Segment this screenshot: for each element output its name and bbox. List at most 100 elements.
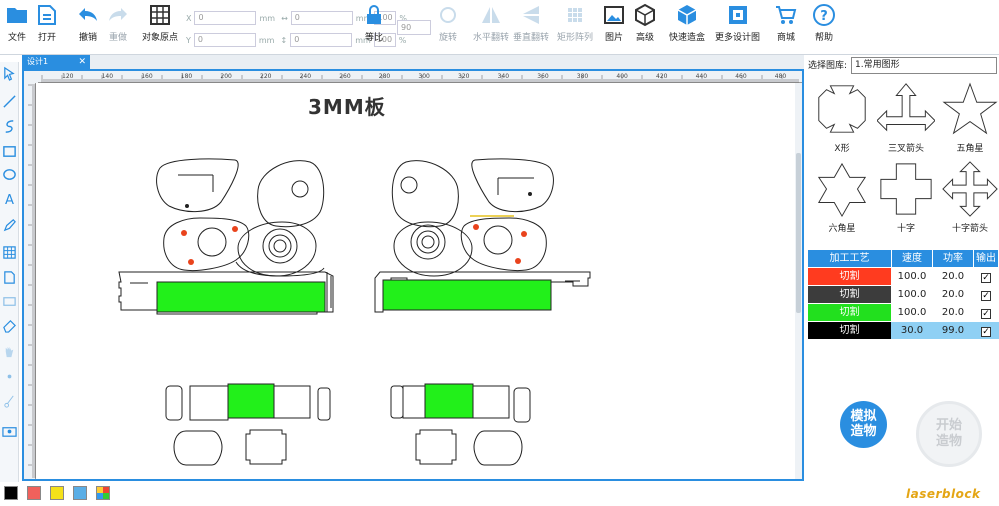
left-spiral-piece[interactable] (237, 221, 317, 277)
start-making-button[interactable]: 开始 造物 (916, 401, 982, 467)
process-cell[interactable]: 切割 (808, 304, 891, 321)
output-checkbox[interactable]: ✓ (981, 291, 991, 301)
spiral-ring (268, 234, 292, 258)
undo-button[interactable]: 撤销 (76, 3, 100, 43)
line-tool-icon[interactable] (2, 94, 17, 109)
output-checkbox[interactable]: ✓ (981, 309, 991, 319)
shape-three-arrow[interactable]: 三叉箭头 (876, 80, 936, 154)
eraser-tool-icon[interactable] (2, 318, 17, 333)
swatch-black[interactable] (4, 486, 18, 500)
swatch-yellow[interactable] (50, 486, 64, 500)
flip-vertical-button[interactable]: 垂直翻转 (513, 3, 549, 43)
pen-tool-icon[interactable] (2, 218, 17, 233)
simulate-button[interactable]: 模拟 造物 (840, 401, 887, 448)
y-input[interactable]: 0 (193, 33, 256, 47)
process-cell[interactable]: 切割 (808, 322, 891, 339)
right-spiral-piece[interactable] (393, 221, 473, 277)
text-tool-icon[interactable]: A (2, 191, 17, 206)
library-select[interactable]: 1.常用图形 (851, 57, 997, 74)
flip-horizontal-button[interactable]: 水平翻转 (473, 3, 509, 43)
more-designs-button[interactable]: 更多设计图 (715, 3, 760, 43)
shape-cross-arrow[interactable]: 十字箭头 (940, 160, 999, 234)
bottom-left-d-piece[interactable] (173, 430, 223, 466)
process-table-header: 加工工艺 速度 功率 输出 (808, 250, 999, 267)
swatch-blue[interactable] (73, 486, 87, 500)
left-eye-piece-top[interactable] (156, 158, 239, 212)
vertical-scrollbar[interactable] (795, 83, 802, 479)
swatch-red[interactable] (27, 486, 41, 500)
tab-design1[interactable]: 设计1 ✕ (22, 55, 90, 69)
ellipse-tool-icon[interactable] (2, 167, 17, 182)
process-row[interactable]: 切割 100.0 20.0 ✓ (808, 304, 999, 321)
shape-five-star[interactable]: 五角星 (940, 80, 999, 154)
speed-cell[interactable]: 100.0 (892, 304, 932, 321)
node-tool-icon[interactable] (2, 294, 17, 309)
picture-button[interactable]: 图片 (602, 3, 626, 43)
process-cell[interactable]: 切割 (808, 286, 891, 303)
bottom-right-gear[interactable] (415, 429, 457, 465)
speed-cell[interactable]: 100.0 (892, 286, 932, 303)
bottom-right-box[interactable] (402, 385, 426, 419)
process-row[interactable]: 切割 100.0 20.0 ✓ (808, 268, 999, 285)
dot-tool-icon[interactable] (2, 369, 17, 384)
bottom-left-box[interactable] (189, 385, 229, 421)
select-arrow-icon[interactable] (2, 66, 17, 81)
ruler-label: 160 (141, 73, 153, 80)
process-row-selected[interactable]: 切割 30.0 99.0 ✓ (808, 322, 999, 339)
quick-box-button[interactable]: 快速造盒 (669, 3, 705, 43)
bottom-left-end[interactable] (317, 387, 331, 421)
matrix-array-button[interactable]: 矩形阵列 (557, 3, 593, 43)
object-origin-button[interactable]: 对象原点 (142, 3, 178, 43)
shape-six-star[interactable]: 六角星 (812, 160, 872, 234)
proportional-button[interactable]: 等比 (362, 3, 386, 43)
speed-cell[interactable]: 100.0 (892, 268, 932, 285)
file-button[interactable]: 文件 (5, 3, 29, 43)
laser-machine-icon[interactable] (2, 424, 17, 439)
power-cell[interactable]: 20.0 (933, 304, 973, 321)
store-button[interactable]: 商城 (774, 3, 798, 43)
power-cell[interactable]: 20.0 (933, 268, 973, 285)
width-input[interactable]: 0 (290, 11, 353, 25)
page-tool-icon[interactable] (2, 270, 17, 285)
bottom-right-d-piece[interactable] (473, 430, 523, 466)
open-button[interactable]: 打开 (35, 3, 59, 43)
bottom-left-side-piece[interactable] (165, 385, 183, 421)
output-checkbox[interactable]: ✓ (981, 327, 991, 337)
left-head-piece[interactable] (257, 160, 325, 228)
right-head-piece[interactable] (391, 160, 459, 228)
scissors-tool-icon[interactable] (2, 394, 17, 409)
help-button[interactable]: ? 帮助 (812, 3, 836, 43)
shape-cross[interactable]: 十字 (876, 160, 936, 234)
bottom-left-box-right[interactable] (273, 385, 311, 419)
advanced-button[interactable]: 高级 (633, 3, 657, 43)
table-tool-icon[interactable] (2, 245, 17, 260)
shape-x[interactable]: X形 (812, 80, 872, 154)
process-row[interactable]: 切割 100.0 20.0 ✓ (808, 286, 999, 303)
bottom-right-side-piece[interactable] (390, 385, 404, 419)
right-eye-piece-top[interactable] (471, 158, 554, 212)
rectangle-tool-icon[interactable] (2, 144, 17, 159)
bottom-right-box-right[interactable] (472, 385, 510, 419)
curve-tool-icon[interactable] (2, 119, 17, 134)
canvas-title-text[interactable]: 3MM板 (308, 91, 386, 120)
redo-button[interactable]: 重做 (106, 3, 130, 43)
power-cell[interactable]: 99.0 (933, 322, 973, 339)
simulate-label-line2: 造物 (850, 424, 877, 439)
process-cell[interactable]: 切割 (808, 268, 891, 285)
rotate-button[interactable]: 旋转 (436, 3, 460, 43)
height-input[interactable]: 0 (290, 33, 353, 47)
drawing-area[interactable] (36, 83, 794, 479)
bottom-left-gear[interactable] (245, 429, 287, 465)
power-cell[interactable]: 20.0 (933, 286, 973, 303)
bottom-right-end[interactable] (513, 387, 531, 423)
close-tab-icon[interactable]: ✕ (78, 55, 86, 69)
hand-tool-icon[interactable] (2, 344, 17, 359)
scrollbar-thumb[interactable] (796, 153, 801, 313)
swatch-multicolor[interactable] (96, 486, 110, 500)
svg-text:A: A (5, 193, 14, 206)
speed-cell[interactable]: 30.0 (892, 322, 932, 339)
red-mark (473, 224, 479, 230)
x-input[interactable]: 0 (194, 11, 257, 25)
output-checkbox[interactable]: ✓ (981, 273, 991, 283)
rotate-angle-input[interactable]: 90 (397, 20, 431, 35)
